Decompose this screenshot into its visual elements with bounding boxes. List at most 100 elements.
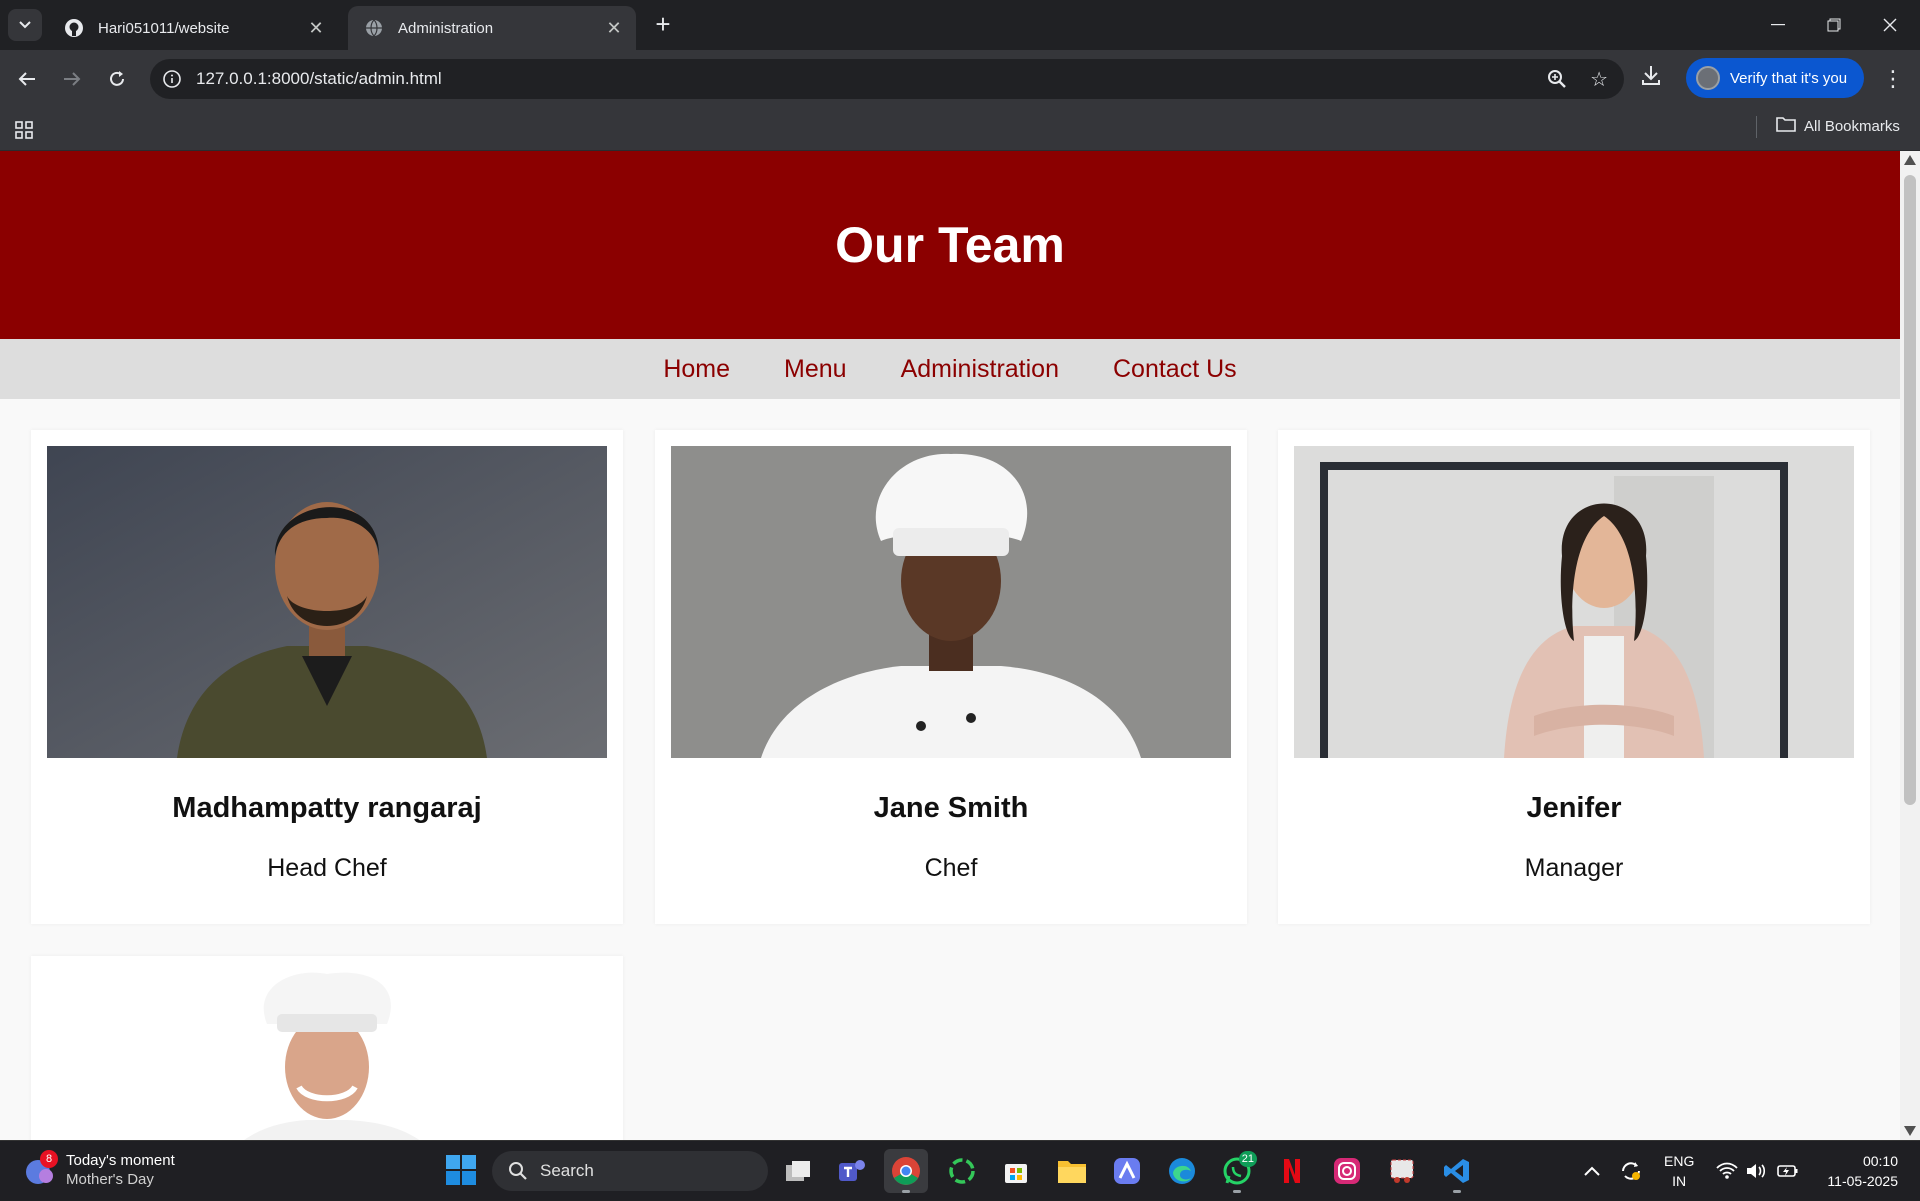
- file-explorer-app[interactable]: [1050, 1149, 1094, 1193]
- browser-toolbar: 127.0.0.1:8000/static/admin.html ☆ Verif…: [0, 50, 1920, 108]
- widget-text: Today's moment Mother's Day: [66, 1151, 175, 1189]
- task-view-button[interactable]: [776, 1149, 820, 1193]
- nav-link-contact[interactable]: Contact Us: [1113, 355, 1237, 384]
- close-window-button[interactable]: [1870, 10, 1910, 40]
- team-card: Jenifer Manager: [1278, 430, 1870, 924]
- tab-administration[interactable]: Administration ✕: [348, 6, 636, 50]
- team-card: Madhampatty rangaraj Head Chef: [31, 430, 623, 924]
- edge-icon: [1169, 1158, 1195, 1184]
- back-button[interactable]: [10, 62, 44, 96]
- team-card: Jane Smith Chef: [655, 430, 1247, 924]
- wifi-icon: [1716, 1162, 1738, 1179]
- battery-tray[interactable]: [1776, 1141, 1800, 1201]
- browser-menu-icon[interactable]: ⋮: [1882, 62, 1904, 96]
- show-hidden-icons-button[interactable]: [1584, 1141, 1600, 1201]
- reload-button[interactable]: [100, 62, 134, 96]
- netflix-app[interactable]: [1270, 1149, 1314, 1193]
- folder-icon: [1776, 116, 1796, 136]
- teams-icon: [839, 1160, 865, 1181]
- arrow-right-icon: [64, 72, 81, 86]
- snipping-tool-icon: [1390, 1159, 1414, 1183]
- site-info-icon[interactable]: [162, 69, 182, 89]
- scroll-down-icon[interactable]: [1904, 1126, 1916, 1136]
- running-indicator: [902, 1190, 910, 1193]
- zoom-icon[interactable]: [1546, 68, 1568, 95]
- minimize-button[interactable]: [1758, 10, 1798, 40]
- volume-tray[interactable]: [1746, 1141, 1768, 1201]
- all-bookmarks-button[interactable]: All Bookmarks: [1776, 116, 1900, 136]
- close-icon: [1883, 18, 1897, 32]
- arc-app[interactable]: [1105, 1149, 1149, 1193]
- tab-search-button[interactable]: [8, 9, 42, 41]
- loader-app[interactable]: [940, 1149, 984, 1193]
- clock-time: 00:10: [1862, 1153, 1898, 1169]
- taskbar-search[interactable]: Search: [492, 1151, 768, 1191]
- page-scrollbar[interactable]: [1900, 151, 1920, 1140]
- restore-button[interactable]: [1814, 10, 1854, 40]
- bookmark-separator: [1756, 116, 1757, 138]
- edge-app[interactable]: [1160, 1149, 1204, 1193]
- team-member-role: Head Chef: [267, 854, 387, 882]
- team-photo: [47, 446, 607, 758]
- sync-icon: [1622, 1162, 1640, 1180]
- battery-charging-icon: [1777, 1165, 1798, 1177]
- vscode-app[interactable]: [1435, 1149, 1479, 1193]
- site-nav: Home Menu Administration Contact Us: [0, 339, 1900, 399]
- address-bar[interactable]: 127.0.0.1:8000/static/admin.html ☆: [150, 59, 1624, 99]
- vscode-icon: [1444, 1159, 1469, 1183]
- page-header: Our Team: [0, 151, 1900, 339]
- teams-app[interactable]: [830, 1149, 874, 1193]
- search-placeholder: Search: [540, 1161, 594, 1180]
- tab-title: Administration: [398, 19, 494, 37]
- forward-button[interactable]: [55, 62, 89, 96]
- widgets-button[interactable]: 8 Today's moment Mother's Day: [24, 1150, 175, 1189]
- bookmarks-bar: All Bookmarks: [0, 108, 1920, 151]
- close-tab-icon[interactable]: ✕: [604, 18, 624, 39]
- running-indicator: [1233, 1190, 1241, 1193]
- nav-link-menu[interactable]: Menu: [784, 355, 847, 384]
- circle-icon: [949, 1158, 975, 1184]
- team-member-name: Jenifer: [1526, 792, 1622, 824]
- netflix-icon: [1284, 1159, 1300, 1183]
- wifi-tray[interactable]: [1716, 1141, 1738, 1201]
- language-code: ENG: [1664, 1153, 1695, 1169]
- browser-tab-bar: Hari051011/website ✕ Administration ✕ +: [0, 0, 1920, 50]
- message-count-badge: 21: [1238, 1151, 1257, 1167]
- start-button[interactable]: [446, 1155, 476, 1190]
- instagram-icon: [1334, 1158, 1360, 1184]
- sync-tray-button[interactable]: [1620, 1141, 1642, 1201]
- chrome-app[interactable]: [884, 1149, 928, 1193]
- globe-icon: [364, 18, 384, 38]
- reload-icon: [110, 71, 124, 86]
- download-button[interactable]: [1640, 64, 1662, 91]
- bookmark-star-icon[interactable]: ☆: [1590, 67, 1608, 92]
- windows-taskbar: 8 Today's moment Mother's Day Search 21 …: [0, 1140, 1920, 1200]
- github-icon: [64, 18, 84, 38]
- url-text[interactable]: 127.0.0.1:8000/static/admin.html: [196, 69, 442, 89]
- close-tab-icon[interactable]: ✕: [306, 18, 326, 39]
- language-indicator[interactable]: ENG IN: [1664, 1151, 1694, 1191]
- team-member-name: Madhampatty rangaraj: [172, 792, 482, 824]
- arrow-left-icon: [18, 72, 35, 86]
- download-icon: [1642, 66, 1660, 85]
- nav-link-home[interactable]: Home: [663, 355, 730, 384]
- new-tab-button[interactable]: +: [648, 10, 678, 40]
- avatar: [1696, 66, 1720, 90]
- scrollbar-thumb[interactable]: [1904, 175, 1916, 805]
- instagram-app[interactable]: [1325, 1149, 1369, 1193]
- microsoft-store-app[interactable]: [994, 1149, 1038, 1193]
- restore-icon: [1827, 18, 1841, 32]
- task-view-icon: [786, 1161, 810, 1181]
- team-photo: [47, 972, 607, 1140]
- scroll-up-icon[interactable]: [1904, 155, 1916, 165]
- nav-link-administration[interactable]: Administration: [901, 355, 1059, 384]
- whatsapp-app[interactable]: 21: [1215, 1149, 1259, 1193]
- apps-grid-icon[interactable]: [14, 120, 34, 145]
- running-indicator: [1453, 1190, 1461, 1193]
- clock-date: 11-05-2025: [1827, 1173, 1898, 1189]
- snipping-tool-app[interactable]: [1380, 1149, 1424, 1193]
- verify-identity-button[interactable]: Verify that it's you: [1686, 58, 1864, 98]
- system-clock[interactable]: 00:10 11-05-2025: [1818, 1151, 1898, 1191]
- widget-subtitle: Mother's Day: [66, 1171, 154, 1188]
- tab-github[interactable]: Hari051011/website ✕: [48, 6, 338, 50]
